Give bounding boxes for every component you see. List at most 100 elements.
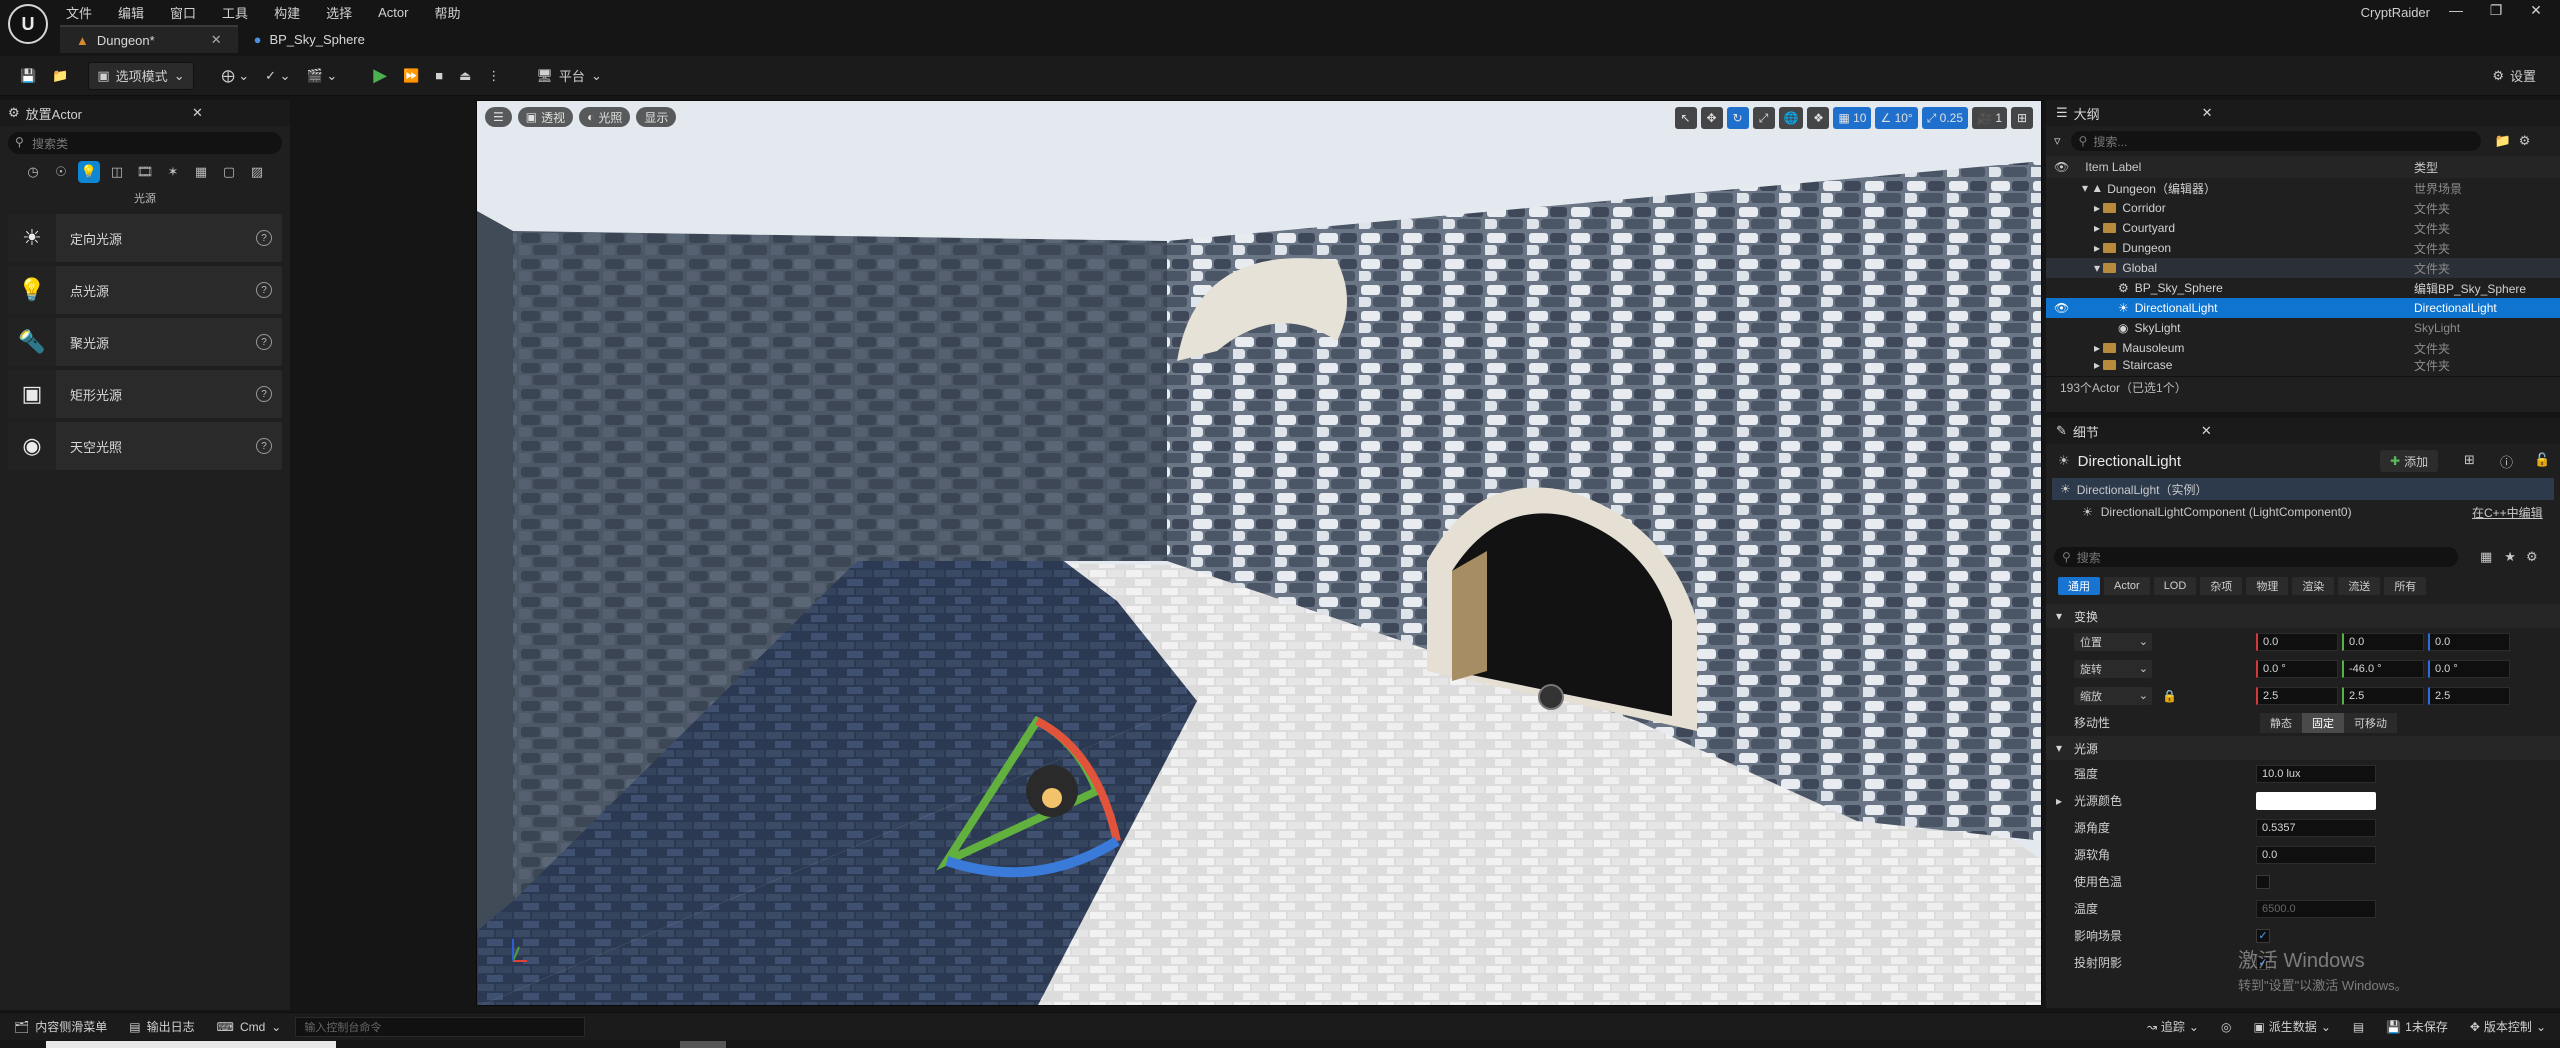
blueprint-button[interactable]: ✓ ⌄: [257, 62, 298, 90]
show-flags-button[interactable]: 显示: [636, 107, 677, 127]
add-actor-button[interactable]: ⨁ ⌄: [214, 62, 258, 90]
light-item-sky[interactable]: ◉ 天空光照 ?: [8, 422, 282, 470]
intensity-field[interactable]: 10.0 lux: [2256, 764, 2376, 783]
rotation-y-field[interactable]: -46.0 °: [2342, 659, 2424, 678]
column-item-label[interactable]: Item Label: [2085, 160, 2141, 174]
content-browse-icon[interactable]: 📁: [44, 62, 76, 90]
close-tab-icon[interactable]: ✕: [211, 32, 222, 48]
stop-icon[interactable]: ■: [427, 62, 451, 90]
lock-icon[interactable]: 🔓: [2534, 452, 2550, 468]
basic-icon[interactable]: ☉: [50, 161, 72, 183]
tab-bp-sky-sphere[interactable]: ● BP_Sky_Sphere: [238, 25, 381, 53]
filter-tab-streaming[interactable]: 流送: [2338, 577, 2381, 595]
surface-snap-icon[interactable]: ❖: [1807, 107, 1830, 129]
tree-row-courtyard[interactable]: ▸ Courtyard 文件夹: [2046, 218, 2560, 238]
help-icon[interactable]: ?: [256, 282, 272, 298]
lock-scale-icon[interactable]: 🔒: [2162, 689, 2177, 703]
visibility-eye-icon[interactable]: 👁: [2054, 301, 2069, 315]
unreal-logo-icon[interactable]: U: [8, 4, 48, 44]
all-classes-icon[interactable]: ▢: [218, 161, 240, 183]
favorite-star-icon[interactable]: ★: [2504, 549, 2516, 565]
tab-dungeon[interactable]: ▲ Dungeon* ✕: [60, 25, 238, 53]
rotation-snap-button[interactable]: ∠ 10°: [1875, 107, 1918, 129]
close-panel-icon[interactable]: ✕: [2202, 105, 2213, 121]
source-angle-field[interactable]: 0.5357: [2256, 818, 2376, 837]
derived-data-button[interactable]: ▣ 派生数据 ⌄: [2245, 1016, 2338, 1038]
mobility-stationary-button[interactable]: 固定: [2302, 712, 2344, 733]
close-window-icon[interactable]: ✕: [2516, 2, 2556, 22]
add-folder-icon[interactable]: 📁: [2495, 133, 2511, 149]
filter-tab-misc[interactable]: 杂项: [2200, 577, 2243, 595]
menu-window[interactable]: 窗口: [170, 3, 196, 22]
gear-icon[interactable]: ⚙: [2526, 549, 2538, 565]
lighting-mode-button[interactable]: ◐ 光照: [579, 107, 631, 127]
content-drawer-button[interactable]: 🗂 内容侧滑菜单: [6, 1016, 115, 1038]
scale-snap-button[interactable]: ⤢ 0.25: [1921, 107, 1969, 129]
maximize-icon[interactable]: ❐: [2476, 2, 2516, 22]
version-control-button[interactable]: ✥ 版本控制 ⌄: [2462, 1016, 2554, 1038]
light-item-rect[interactable]: ▣ 矩形光源 ?: [8, 370, 282, 418]
scale-x-field[interactable]: 2.5: [2256, 686, 2338, 705]
menu-actor[interactable]: Actor: [378, 5, 408, 20]
tree-row-bp-sky-sphere[interactable]: ⚙ BP_Sky_Sphere 编辑BP_Sky_Sphere: [2046, 278, 2560, 298]
tree-row-global[interactable]: ▾ Global 文件夹: [2046, 258, 2560, 278]
class-search-input[interactable]: ⚲ 搜索类: [8, 132, 282, 154]
location-y-field[interactable]: 0.0: [2342, 632, 2424, 651]
viewport-layout-icon[interactable]: ⊞: [2011, 107, 2033, 129]
rotation-x-field[interactable]: 0.0 °: [2256, 659, 2338, 678]
tree-row-dungeon-folder[interactable]: ▸ Dungeon 文件夹: [2046, 238, 2560, 258]
notifications-icon[interactable]: ▤: [2345, 1016, 2372, 1038]
light-section-header[interactable]: ▾ 光源: [2046, 736, 2560, 760]
help-icon[interactable]: ?: [256, 334, 272, 350]
light-item-point[interactable]: 💡 点光源 ?: [8, 266, 282, 314]
grid-view-icon[interactable]: ▦: [2480, 549, 2492, 565]
settings-button[interactable]: ⚙ 设置: [2484, 62, 2544, 90]
transform-section-header[interactable]: ▾ 变换: [2046, 604, 2560, 628]
geometry-icon[interactable]: ▨: [246, 161, 268, 183]
add-component-button[interactable]: ✚ 添加: [2380, 450, 2439, 472]
select-mode-button[interactable]: ▣ 选项模式 ⌄: [88, 61, 194, 90]
tree-row-directional-light[interactable]: 👁 ☀ DirectionalLight DirectionalLight: [2046, 298, 2560, 318]
mobility-movable-button[interactable]: 可移动: [2344, 712, 2397, 733]
gear-icon[interactable]: ⚙: [2519, 133, 2531, 149]
scale-tool-icon[interactable]: ⤢: [1752, 107, 1775, 129]
cinematic-icon[interactable]: 🎞: [134, 161, 156, 183]
menu-build[interactable]: 构建: [274, 3, 300, 22]
level-viewport[interactable]: ☰ ▣ 透视 ◐ 光照 显示 ↖ ✥ ↻ ⤢ 🌐 ❖ ▦ 10 ∠ 10° ⤢ …: [476, 100, 2042, 1006]
lights-icon[interactable]: 💡: [78, 161, 100, 183]
help-icon[interactable]: ?: [256, 386, 272, 402]
filter-tab-physics[interactable]: 物理: [2246, 577, 2289, 595]
light-item-directional[interactable]: ☀ 定向光源 ?: [8, 214, 282, 262]
menu-help[interactable]: 帮助: [434, 3, 460, 22]
filter-tab-general[interactable]: 通用: [2058, 577, 2100, 595]
filter-tab-all[interactable]: 所有: [2384, 577, 2427, 595]
use-temperature-checkbox[interactable]: [2256, 874, 2270, 889]
component-row[interactable]: ☀ DirectionalLightComponent (LightCompon…: [2046, 500, 2560, 524]
actor-name[interactable]: DirectionalLight: [2078, 453, 2181, 470]
volumes-icon[interactable]: ▦: [190, 161, 212, 183]
rotate-tool-icon[interactable]: ↻: [1726, 107, 1749, 129]
rotation-z-field[interactable]: 0.0 °: [2428, 659, 2510, 678]
close-panel-icon[interactable]: ✕: [2201, 423, 2212, 439]
column-type[interactable]: 类型: [2414, 159, 2438, 176]
menu-tools[interactable]: 工具: [222, 3, 248, 22]
unsaved-button[interactable]: 💾 1未保存: [2378, 1016, 2456, 1038]
chevron-right-icon[interactable]: ▸: [2056, 794, 2062, 808]
shapes-icon[interactable]: ◫: [106, 161, 128, 183]
tree-row-corridor[interactable]: ▸ Corridor 文件夹: [2046, 198, 2560, 218]
edit-in-cpp-link[interactable]: 在C++中编辑: [2472, 504, 2543, 521]
trace-button[interactable]: ↝ 追踪 ⌄: [2139, 1016, 2207, 1038]
filter-tab-lod[interactable]: LOD: [2153, 577, 2197, 595]
temperature-field[interactable]: 6500.0: [2256, 899, 2376, 918]
translate-tool-icon[interactable]: ✥: [1700, 107, 1723, 129]
source-soft-angle-field[interactable]: 0.0: [2256, 845, 2376, 864]
location-x-field[interactable]: 0.0: [2256, 632, 2338, 651]
save-icon[interactable]: 💾: [12, 62, 44, 90]
platform-button[interactable]: 🖥 平台 ⌄: [528, 62, 609, 90]
tree-row-staircase[interactable]: ▸ Staircase 文件夹: [2046, 358, 2560, 372]
rotation-dropdown[interactable]: 旋转 ⌄: [2074, 659, 2152, 678]
close-panel-icon[interactable]: ✕: [192, 105, 203, 121]
outliner-search-input[interactable]: ⚲ 搜索...: [2070, 131, 2481, 151]
scale-z-field[interactable]: 2.5: [2428, 686, 2510, 705]
minimize-icon[interactable]: —: [2436, 2, 2476, 22]
